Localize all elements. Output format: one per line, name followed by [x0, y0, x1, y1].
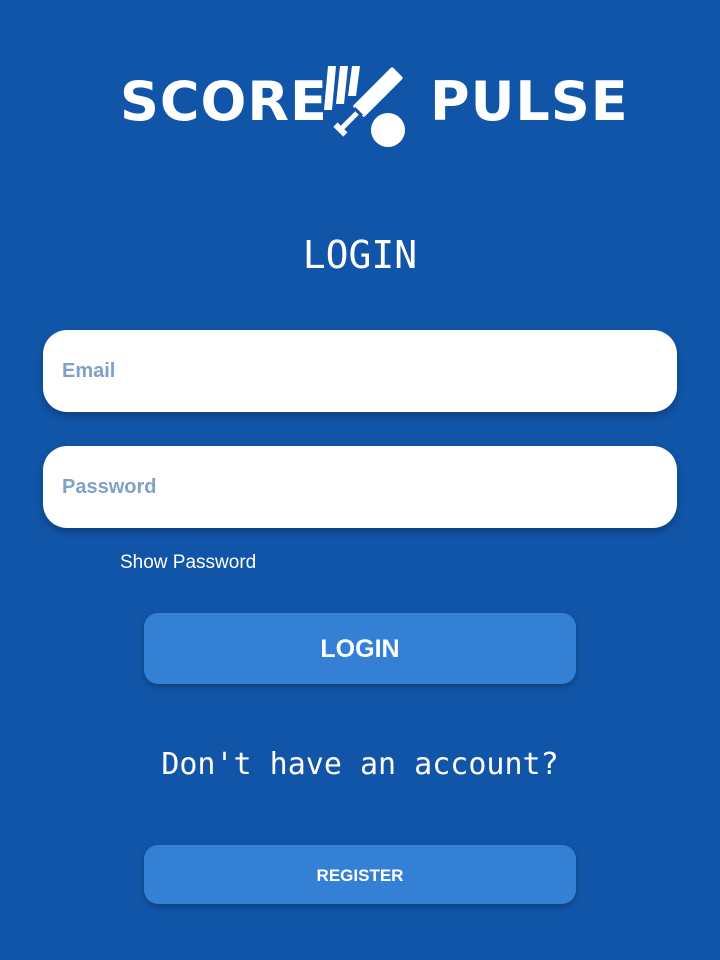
show-password-toggle[interactable]: Show Password	[120, 551, 256, 575]
page-title: LOGIN	[302, 233, 418, 277]
logo-word-pulse: PULSE	[430, 70, 629, 133]
password-input[interactable]	[60, 474, 660, 500]
login-button[interactable]: LOGIN	[144, 613, 576, 684]
logo-word-score: SCORE	[120, 70, 328, 133]
password-field[interactable]	[43, 446, 677, 528]
no-account-prompt: Don't have an account?	[161, 747, 559, 782]
email-field[interactable]	[43, 330, 677, 412]
cricket-bat-ball-icon	[324, 63, 407, 147]
app-logo: SCORE PULSE	[0, 58, 720, 158]
register-button[interactable]: REGISTER	[144, 845, 576, 904]
email-input[interactable]	[60, 358, 660, 384]
